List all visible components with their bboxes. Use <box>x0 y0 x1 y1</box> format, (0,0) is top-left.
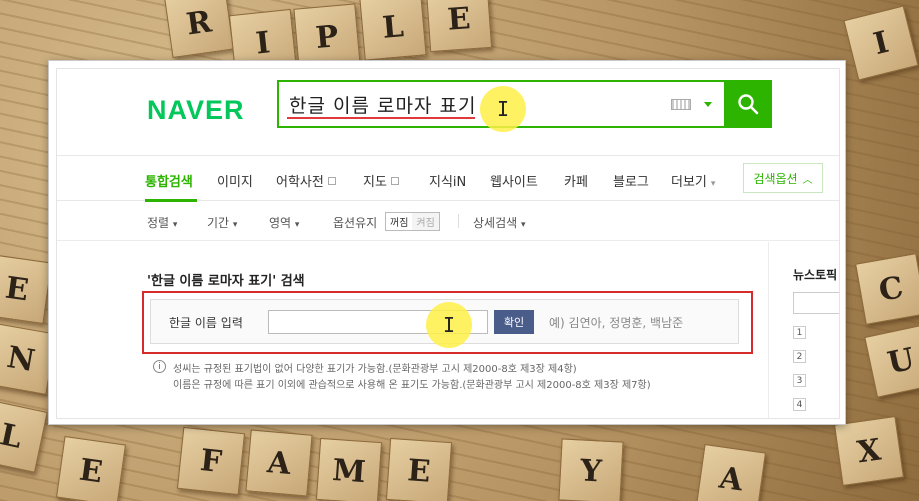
search-options-label: 검색옵션 <box>753 171 798 186</box>
naver-page: NAVER 한글 이름 로마자 표기 I 통합검색 이미지 어학사전 지도 지식… <box>56 68 840 419</box>
tab-blog[interactable]: 블로그 <box>613 171 649 190</box>
rank-number: 4 <box>793 398 806 411</box>
toggle-on-option[interactable]: 켜짐 <box>412 213 439 230</box>
tab-more[interactable]: 더보기 ▾ <box>671 171 715 190</box>
text-cursor-highlight: I <box>480 86 526 132</box>
filter-label: 상세검색 <box>473 216 518 230</box>
chevron-down-icon[interactable] <box>704 102 712 107</box>
filter-label: 기간 <box>207 216 230 230</box>
search-tabs: 통합검색 이미지 어학사전 지도 지식iN 웹사이트 카페 블로그 더보기 ▾ 검… <box>57 155 839 202</box>
square-icon <box>327 177 336 185</box>
text-cursor-highlight: I <box>426 302 472 348</box>
square-icon <box>390 177 399 185</box>
toggle-off-option[interactable]: 꺼짐 <box>386 213 412 230</box>
letter-tile: X <box>833 415 905 487</box>
magnifier-icon <box>738 94 759 115</box>
filter-period[interactable]: 기간 ▾ <box>207 214 237 231</box>
rank-number: 1 <box>793 326 806 339</box>
sidebar-input[interactable] <box>793 292 839 314</box>
info-note: 성씨는 규정된 표기법이 없어 다양한 표기가 가능함.(문화관광부 고시 제2… <box>173 364 577 375</box>
letter-tile: A <box>245 429 313 497</box>
caret-down-icon: ▾ <box>294 220 300 230</box>
letter-tile: R <box>163 0 235 59</box>
filter-label: 영역 <box>269 216 292 230</box>
letter-tile: E <box>385 437 453 501</box>
news-topic-title: 뉴스토픽 <box>793 268 838 282</box>
right-sidebar: 뉴스토픽 1 2 3 4 <box>768 242 839 418</box>
letter-tile: C <box>855 253 919 325</box>
filter-sort[interactable]: 정렬 ▾ <box>147 214 177 231</box>
tab-label: 어학사전 <box>276 175 324 190</box>
letter-tile: E <box>0 253 53 325</box>
tab-knowledge-in[interactable]: 지식iN <box>429 171 466 190</box>
caret-down-icon: ▾ <box>172 220 178 230</box>
search-button[interactable] <box>724 80 772 128</box>
romanization-widget: '한글 이름 로마자 표기' 검색 한글 이름 입력 확인 예) 김연아, 정명… <box>57 242 768 418</box>
detailed-search[interactable]: 상세검색 ▾ <box>473 214 526 231</box>
letter-tile: A <box>695 443 767 501</box>
tab-dictionary[interactable]: 어학사전 <box>276 171 336 190</box>
rank-number: 3 <box>793 374 806 387</box>
tab-label: 더보기 <box>671 175 707 190</box>
caret-down-icon: ▾ <box>521 220 526 230</box>
letter-tile: E <box>55 435 127 501</box>
naver-screenshot-panel: NAVER 한글 이름 로마자 표기 I 통합검색 이미지 어학사전 지도 지식… <box>48 60 846 425</box>
tab-websites[interactable]: 웹사이트 <box>490 171 538 190</box>
rank-number: 2 <box>793 350 806 363</box>
keyboard-icon[interactable] <box>671 99 691 110</box>
letter-tile: E <box>425 0 493 53</box>
confirm-button[interactable]: 확인 <box>494 310 534 334</box>
search-options-button[interactable]: 검색옵션 ︿ <box>743 163 823 193</box>
tab-images[interactable]: 이미지 <box>217 171 253 190</box>
info-icon: i <box>153 360 166 373</box>
caret-down-icon: ▾ <box>710 179 716 189</box>
info-note: 이름은 규정에 따른 표기 이외에 관습적으로 사용해 온 표기도 가능함.(문… <box>173 380 651 391</box>
letter-tile: L <box>359 0 427 61</box>
spellcheck-underline <box>287 117 475 119</box>
search-input[interactable]: 한글 이름 로마자 표기 <box>289 91 476 118</box>
example-text: 예) 김연아, 정명훈, 백남준 <box>549 316 684 330</box>
tab-label: 지도 <box>363 175 387 190</box>
option-keep-toggle[interactable]: 꺼짐 켜짐 <box>385 212 440 231</box>
divider <box>458 214 459 228</box>
letter-tile: M <box>315 437 383 501</box>
filter-label: 정렬 <box>147 216 170 230</box>
search-filters: 정렬 ▾ 기간 ▾ 영역 ▾ 옵션유지 꺼짐 켜짐 상세검색 ▾ <box>57 201 839 241</box>
letter-tile: Y <box>558 438 624 501</box>
option-keep-label: 옵션유지 <box>333 216 378 230</box>
tab-integrated-search[interactable]: 통합검색 <box>145 171 193 190</box>
letter-tile: F <box>176 426 246 496</box>
widget-title: '한글 이름 로마자 표기' 검색 <box>147 274 305 289</box>
naver-logo[interactable]: NAVER <box>147 95 245 126</box>
filter-area[interactable]: 영역 ▾ <box>269 214 299 231</box>
caret-down-icon: ▾ <box>232 220 238 230</box>
tab-cafe[interactable]: 카페 <box>564 171 588 190</box>
chevron-up-icon: ︿ <box>802 174 813 186</box>
name-input-label: 한글 이름 입력 <box>169 316 243 330</box>
tab-map[interactable]: 지도 <box>363 171 399 190</box>
